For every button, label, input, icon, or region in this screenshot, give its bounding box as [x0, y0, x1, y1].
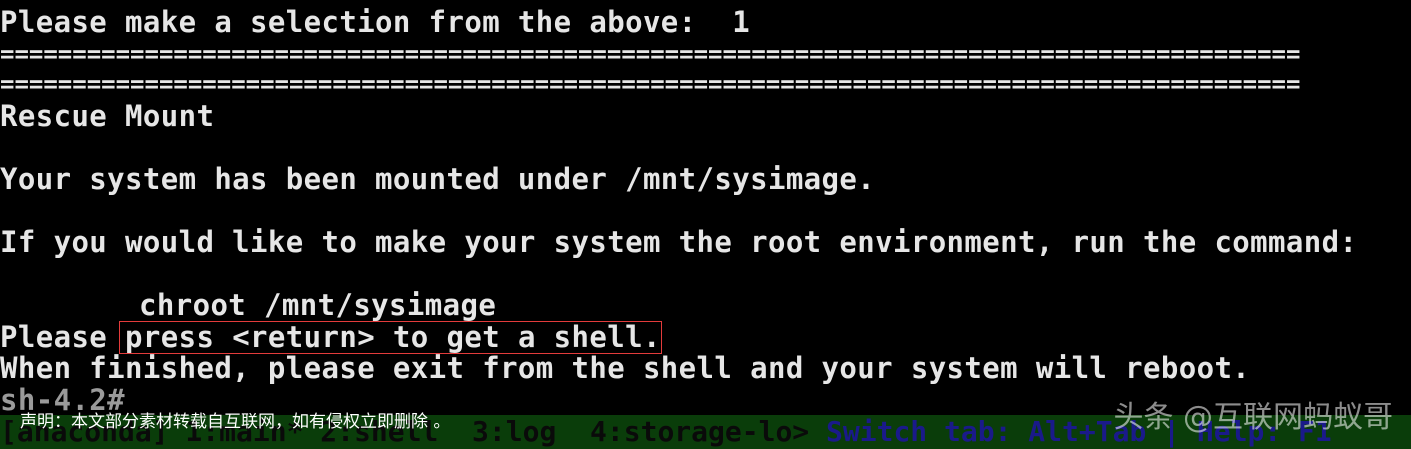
rescue-mount-heading: Rescue Mount	[0, 99, 215, 133]
press-prefix: Please	[0, 320, 126, 354]
copyright-notice: 声明：本文部分素材转载自互联网，如有侵权立即删除 。	[20, 412, 451, 432]
press-return-line: Please press <return> to get a shell.	[0, 321, 661, 353]
press-return-highlight-text: press <return> to get a shell.	[125, 320, 661, 354]
mounted-message: Your system has been mounted under /mnt/…	[0, 162, 876, 196]
watermark: 头条 @互联网蚂蚁哥	[1113, 400, 1393, 435]
separator-line: ========================================…	[0, 70, 1301, 98]
terminal-screen[interactable]: Please make a selection from the above: …	[0, 0, 1411, 449]
selection-prompt-line: Please make a selection from the above: …	[0, 5, 751, 39]
separator-line: ========================================…	[0, 40, 1301, 68]
finished-message: When finished, please exit from the shel…	[0, 351, 1251, 385]
root-environment-message: If you would like to make your system th…	[0, 225, 1358, 259]
chroot-command: chroot /mnt/sysimage	[139, 288, 497, 322]
